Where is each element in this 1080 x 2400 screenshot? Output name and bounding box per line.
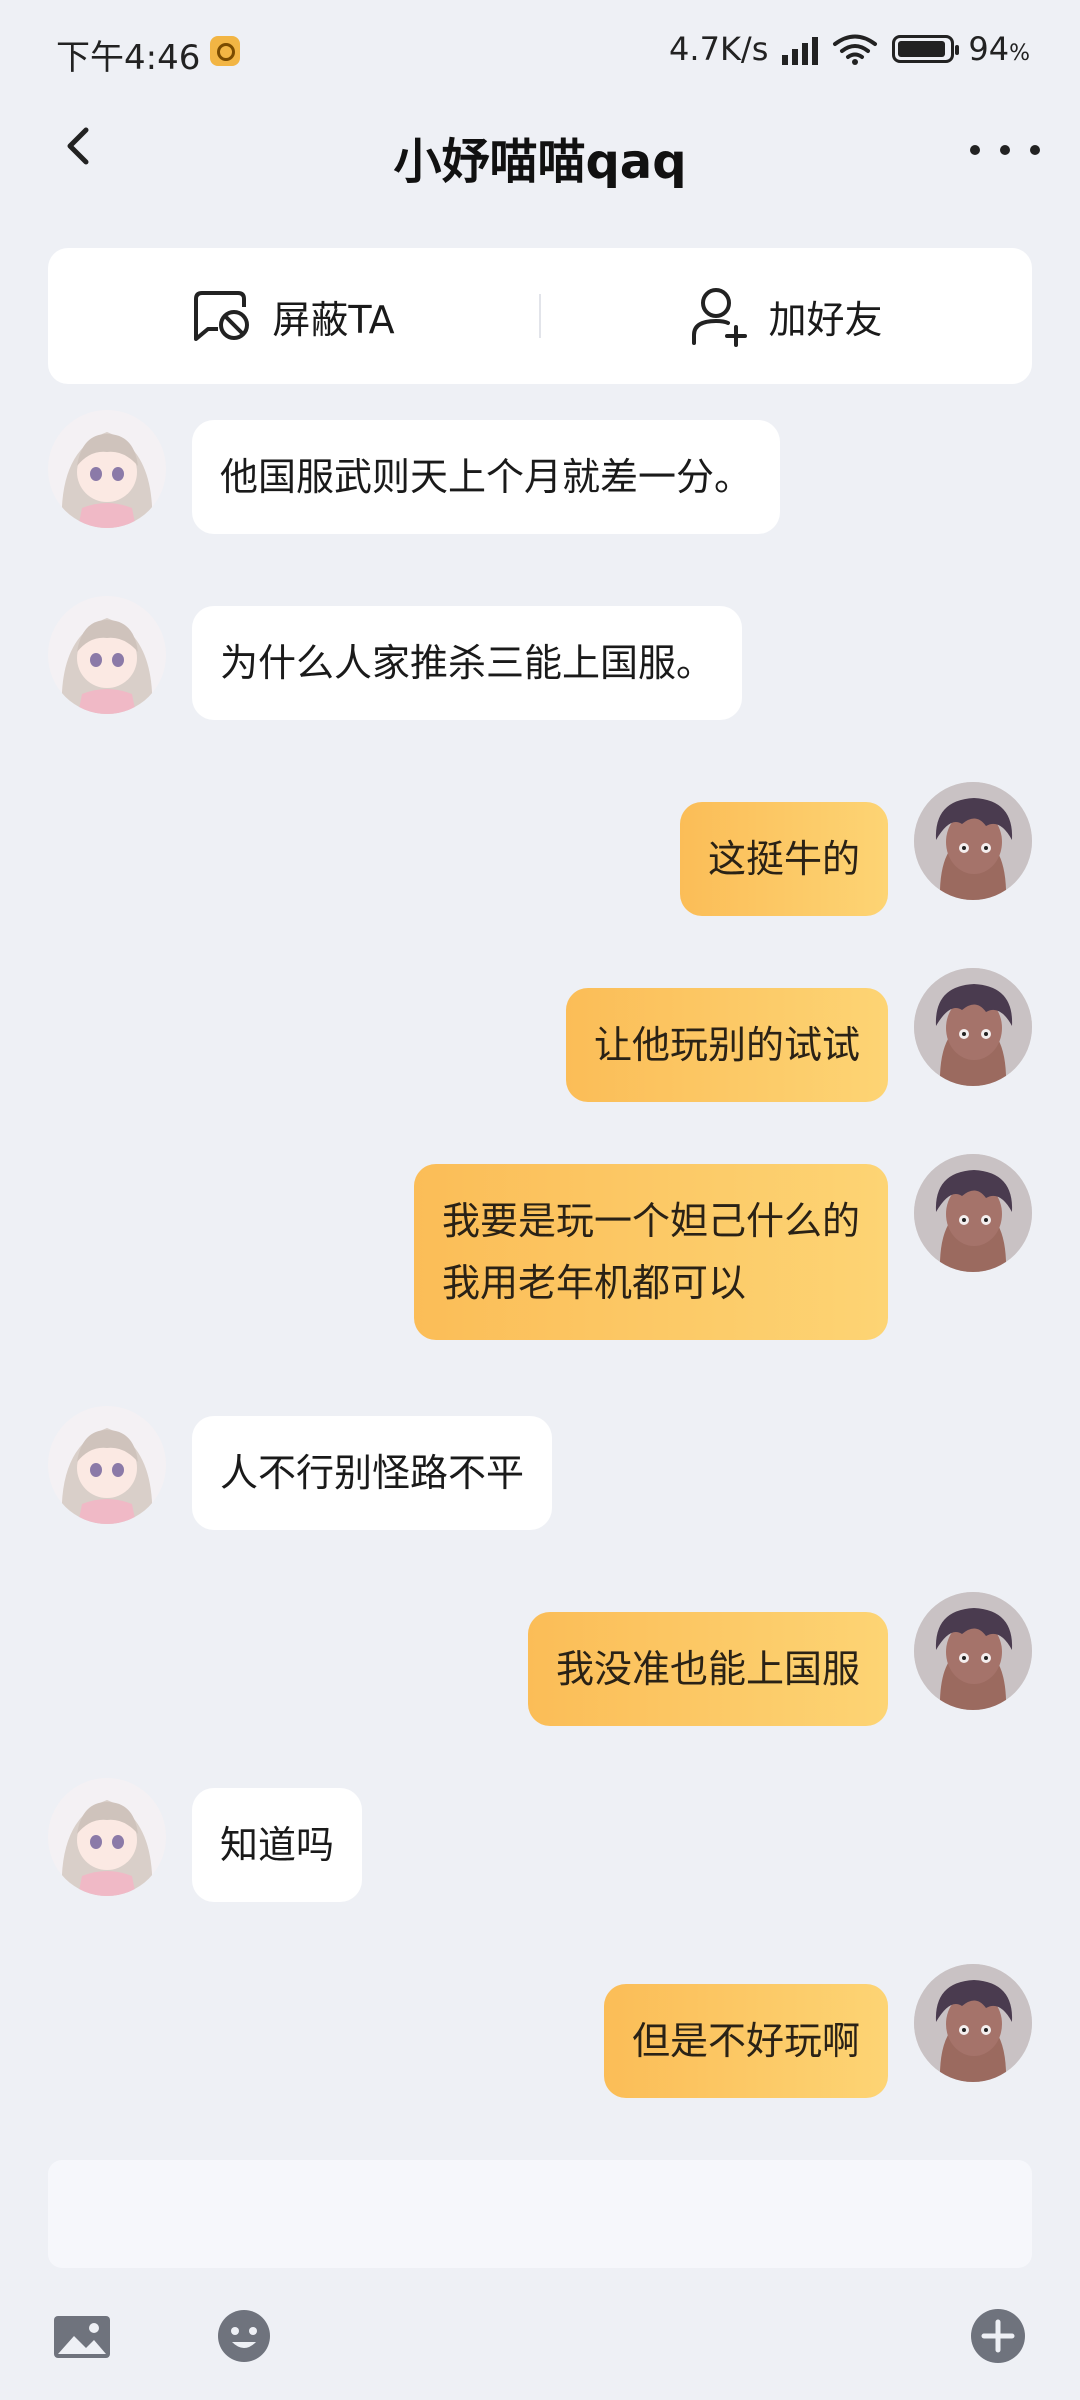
my-avatar[interactable] [914, 1592, 1032, 1710]
battery-percent: 94% [968, 30, 1030, 68]
contact-avatar[interactable] [48, 1406, 166, 1524]
app-notification-icon [210, 36, 240, 66]
my-avatar[interactable] [914, 968, 1032, 1086]
image-button[interactable] [52, 2306, 112, 2366]
my-avatar[interactable] [914, 782, 1032, 900]
image-icon [54, 2316, 110, 2358]
outgoing-message[interactable]: 我要是玩一个妲己什么的 我用老年机都可以 [413, 1164, 888, 1340]
block-chat-icon [194, 291, 250, 341]
outgoing-message[interactable]: 我没准也能上国服 [527, 1612, 888, 1726]
block-label: 屏蔽TA [272, 297, 395, 342]
my-avatar[interactable] [914, 1964, 1032, 2082]
status-right: 4.7K/s 94% [669, 30, 1030, 68]
battery-fill [898, 41, 946, 57]
chat-header: 小妤喵喵qaq [0, 100, 1080, 220]
action-card: 屏蔽TA 加好友 [48, 248, 1032, 384]
plus-circle-icon [971, 2309, 1025, 2363]
more-button[interactable] [970, 130, 1040, 170]
block-button[interactable]: 屏蔽TA [48, 248, 539, 384]
incoming-message[interactable]: 人不行别怪路不平 [192, 1416, 553, 1530]
outgoing-message[interactable]: 但是不好玩啊 [603, 1984, 888, 2098]
incoming-message[interactable]: 知道吗 [192, 1788, 363, 1902]
contact-avatar[interactable] [48, 1778, 166, 1896]
battery-percent-value: 94 [968, 30, 1010, 68]
emoji-icon [218, 2310, 270, 2362]
status-time: 下午4:46 [56, 38, 201, 78]
battery-icon [892, 35, 960, 63]
contact-avatar[interactable] [48, 410, 166, 528]
battery-percent-unit: % [1009, 41, 1030, 66]
signal-icon [782, 33, 819, 65]
network-speed: 4.7K/s [669, 30, 769, 68]
emoji-button[interactable] [214, 2306, 274, 2366]
input-toolbar [0, 2296, 1080, 2376]
plus-button[interactable] [968, 2306, 1028, 2366]
add-user-icon [692, 288, 748, 347]
status-bar: 下午4:46 4.7K/s 94% [0, 0, 1080, 100]
outgoing-message[interactable]: 这挺牛的 [679, 802, 888, 916]
wifi-icon [832, 33, 878, 65]
add-friend-button[interactable]: 加好友 [541, 248, 1032, 384]
message-input[interactable] [48, 2160, 1032, 2268]
incoming-message[interactable]: 为什么人家推杀三能上国服。 [192, 606, 743, 720]
add-friend-label: 加好友 [768, 297, 883, 342]
contact-avatar[interactable] [48, 596, 166, 714]
chat-title: 小妤喵喵qaq [393, 134, 687, 190]
incoming-message[interactable]: 他国服武则天上个月就差一分。 [192, 420, 781, 534]
my-avatar[interactable] [914, 1154, 1032, 1272]
outgoing-message[interactable]: 让他玩别的试试 [565, 988, 888, 1102]
